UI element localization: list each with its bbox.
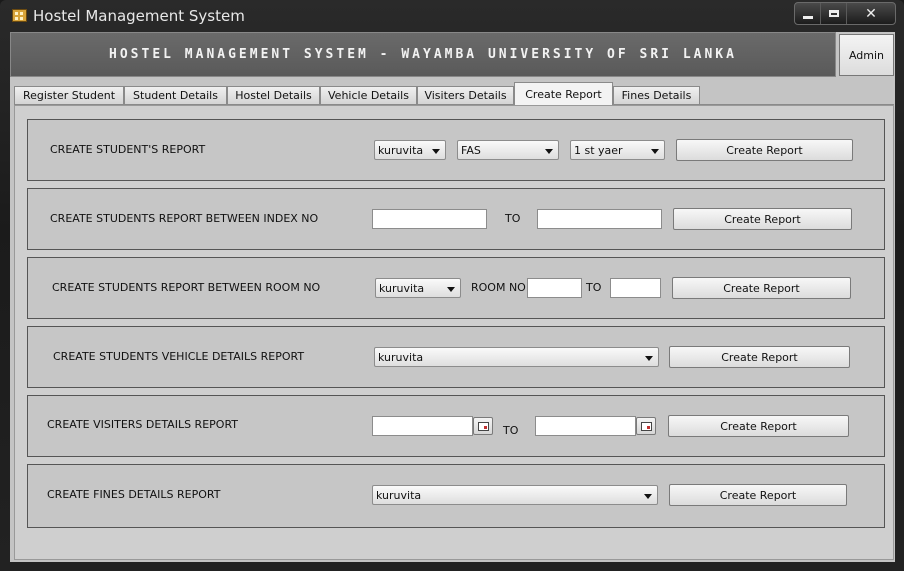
maximize-icon [828,10,839,17]
vehicle-hostel-select-value: kuruvita [378,351,424,364]
visiters-to-date-input[interactable] [535,416,636,436]
room-no-label: ROOM NO [471,281,526,294]
tab-create-report[interactable]: Create Report [514,82,613,105]
tab-hostel-details[interactable]: Hostel Details [227,86,320,104]
fines-report-section: CREATE FINES DETAILS REPORT kuruvita Cre… [27,464,885,528]
from-date-picker-button[interactable] [473,417,493,435]
title-bar: Hostel Management System ✕ [0,0,904,32]
year-select[interactable]: 1 st yaer [570,140,665,160]
app-window: Hostel Management System ✕ HOSTEL MANAGE… [0,0,904,571]
app-icon [12,9,27,22]
create-student-report-button[interactable]: Create Report [676,139,853,161]
student-report-label: CREATE STUDENT'S REPORT [50,143,206,156]
maximize-button[interactable] [821,3,847,24]
banner-title: HOSTEL MANAGEMENT SYSTEM - WAYAMBA UNIVE… [109,47,737,62]
create-visiters-report-button[interactable]: Create Report [668,415,849,437]
vehicle-report-section: CREATE STUDENTS VEHICLE DETAILS REPORT k… [27,326,885,388]
room-from-input[interactable] [527,278,582,298]
chevron-down-icon [432,149,440,154]
room-to-input[interactable] [610,278,661,298]
room-hostel-select[interactable]: kuruvita [375,278,461,298]
window-controls: ✕ [794,2,896,25]
fines-hostel-select-value: kuruvita [376,489,422,502]
calendar-icon [641,422,652,431]
chevron-down-icon [545,149,553,154]
vehicle-hostel-select[interactable]: kuruvita [374,347,659,367]
hostel-select-value: kuruvita [378,144,424,157]
room-report-section: CREATE STUDENTS REPORT BETWEEN ROOM NO k… [27,257,885,319]
visiters-report-label: CREATE VISITERS DETAILS REPORT [47,418,239,431]
chevron-down-icon [651,149,659,154]
window-title: Hostel Management System [33,7,245,25]
tab-fines-details[interactable]: Fines Details [613,86,700,104]
faculty-select-value: FAS [461,144,481,157]
chevron-down-icon [644,494,652,499]
index-report-label: CREATE STUDENTS REPORT BETWEEN INDEX NO [50,212,319,225]
chevron-down-icon [447,287,455,292]
client-area: HOSTEL MANAGEMENT SYSTEM - WAYAMBA UNIVE… [10,32,895,562]
admin-button[interactable]: Admin [839,34,894,76]
header-banner: HOSTEL MANAGEMENT SYSTEM - WAYAMBA UNIVE… [10,32,836,77]
year-select-value: 1 st yaer [574,144,623,157]
close-icon: ✕ [865,5,877,22]
calendar-icon [478,422,489,431]
to-date-picker-button[interactable] [636,417,656,435]
room-hostel-select-value: kuruvita [379,282,425,295]
fines-hostel-select[interactable]: kuruvita [372,485,658,505]
fines-report-label: CREATE FINES DETAILS REPORT [47,488,221,501]
visiters-from-date-input[interactable] [372,416,473,436]
chevron-down-icon [645,356,653,361]
minimize-button[interactable] [795,3,821,24]
hostel-select[interactable]: kuruvita [374,140,446,160]
create-room-report-button[interactable]: Create Report [672,277,851,299]
minimize-icon [802,15,813,19]
student-report-section: CREATE STUDENT'S REPORT kuruvita FAS 1 s… [27,119,885,181]
create-vehicle-report-button[interactable]: Create Report [669,346,850,368]
index-report-section: CREATE STUDENTS REPORT BETWEEN INDEX NO … [27,188,885,250]
tab-visiters-details[interactable]: Visiters Details [417,86,514,104]
index-to-input[interactable] [537,209,662,229]
tab-student-details[interactable]: Student Details [124,86,227,104]
room-to-label: TO [586,281,602,294]
index-to-label: TO [505,212,521,225]
index-from-input[interactable] [372,209,487,229]
close-button[interactable]: ✕ [847,3,895,24]
vehicle-report-label: CREATE STUDENTS VEHICLE DETAILS REPORT [53,350,305,363]
create-fines-report-button[interactable]: Create Report [669,484,847,506]
tab-vehicle-details[interactable]: Vehicle Details [320,86,417,104]
room-report-label: CREATE STUDENTS REPORT BETWEEN ROOM NO [52,281,321,294]
create-report-panel: CREATE STUDENT'S REPORT kuruvita FAS 1 s… [14,105,894,560]
visiters-report-section: CREATE VISITERS DETAILS REPORT TO Create… [27,395,885,457]
visiters-to-label: TO [503,424,519,437]
tab-register-student[interactable]: Register Student [14,86,124,104]
faculty-select[interactable]: FAS [457,140,559,160]
create-index-report-button[interactable]: Create Report [673,208,852,230]
